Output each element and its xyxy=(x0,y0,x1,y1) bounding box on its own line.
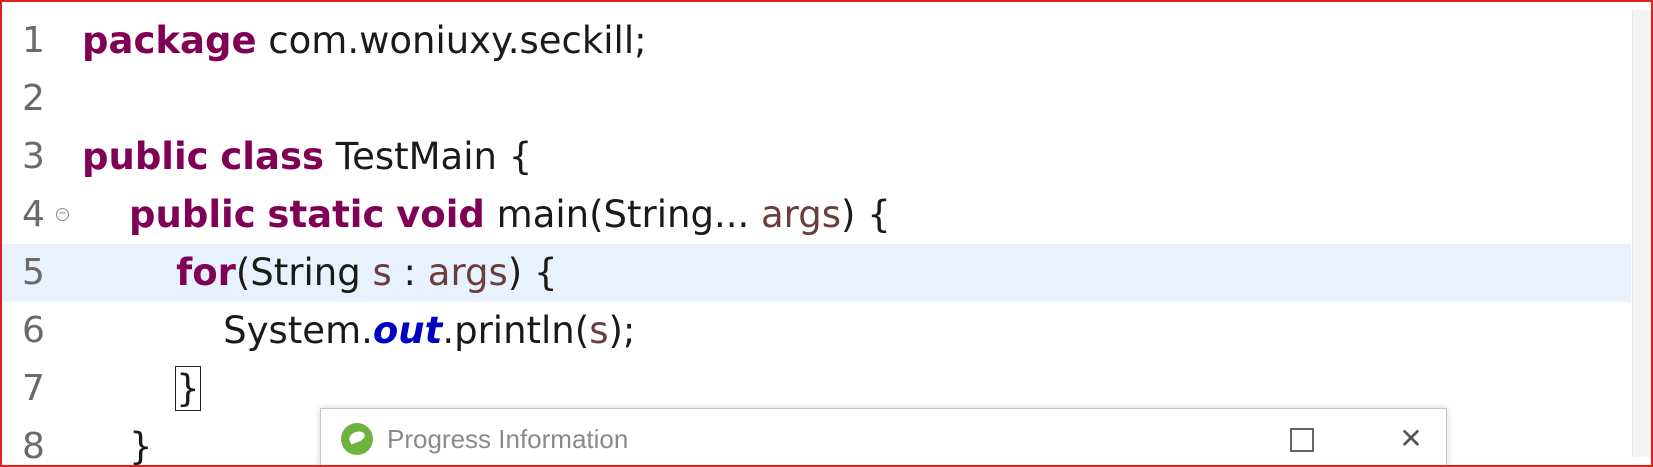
code-line[interactable]: 1 package com.woniuxy.seckill; xyxy=(2,12,1631,70)
code-token: for xyxy=(176,251,236,294)
code-token: : xyxy=(391,251,428,294)
spring-leaf-icon xyxy=(341,423,373,455)
code-token: System. xyxy=(82,309,373,352)
line-number: 3 xyxy=(22,136,45,177)
maximize-icon[interactable] xyxy=(1281,419,1321,459)
code-editor[interactable]: 1 package com.woniuxy.seckill; 2 3 public cl… xyxy=(2,12,1631,467)
code-token: static xyxy=(267,193,385,236)
close-icon[interactable]: ✕ xyxy=(1391,419,1431,459)
line-number: 7 xyxy=(22,368,45,409)
code-token: TestMain { xyxy=(324,135,533,178)
code-token: ); xyxy=(608,309,636,352)
code-line[interactable]: 5 for(String s : args) { xyxy=(2,244,1631,302)
code-token: s xyxy=(589,309,609,352)
line-number: 6 xyxy=(22,310,45,351)
code-token: .println( xyxy=(442,309,590,352)
fold-toggle-icon[interactable]: − xyxy=(56,208,69,221)
code-token: (String xyxy=(235,251,373,294)
code-line[interactable]: 6 System.out.println(s); xyxy=(2,302,1631,360)
code-line[interactable]: 3 public class TestMain { xyxy=(2,128,1631,186)
code-text: System.out.println(s); xyxy=(82,302,635,360)
code-token: com.woniuxy.seckill; xyxy=(256,19,647,62)
code-token: main(String... xyxy=(484,193,761,236)
line-number: 8 xyxy=(22,426,45,467)
code-text: } xyxy=(82,418,153,467)
code-token: args xyxy=(761,193,841,236)
code-token: ) { xyxy=(507,251,558,294)
code-token: public xyxy=(82,135,209,178)
code-text: public static void main(String... args) … xyxy=(82,186,891,244)
code-token: void xyxy=(396,193,485,236)
code-text: package com.woniuxy.seckill; xyxy=(82,12,647,70)
code-token: class xyxy=(220,135,325,178)
editor-frame: 1 package com.woniuxy.seckill; 2 3 public cl… xyxy=(0,0,1653,467)
code-line[interactable]: 4− public static void main(String... arg… xyxy=(2,186,1631,244)
code-token: ) { xyxy=(841,193,891,236)
code-token: out xyxy=(372,309,443,352)
code-token: public xyxy=(129,193,256,236)
code-text: } xyxy=(82,360,201,418)
code-token: args xyxy=(427,251,508,294)
code-text: public class TestMain { xyxy=(82,128,532,186)
line-number: 2 xyxy=(22,78,45,119)
code-token: } xyxy=(82,425,153,467)
line-number: 5 xyxy=(22,252,45,293)
dialog-title: Progress Information xyxy=(387,424,629,454)
code-token: package xyxy=(82,19,257,62)
code-token: s xyxy=(372,251,392,294)
line-number: 1 xyxy=(22,20,45,61)
progress-information-dialog[interactable]: Progress Information ✕ xyxy=(320,408,1447,465)
code-token: } xyxy=(175,366,201,411)
code-line[interactable]: 2 xyxy=(2,70,1631,128)
vertical-scrollbar[interactable] xyxy=(1632,10,1651,457)
code-text: for(String s : args) { xyxy=(82,244,558,302)
